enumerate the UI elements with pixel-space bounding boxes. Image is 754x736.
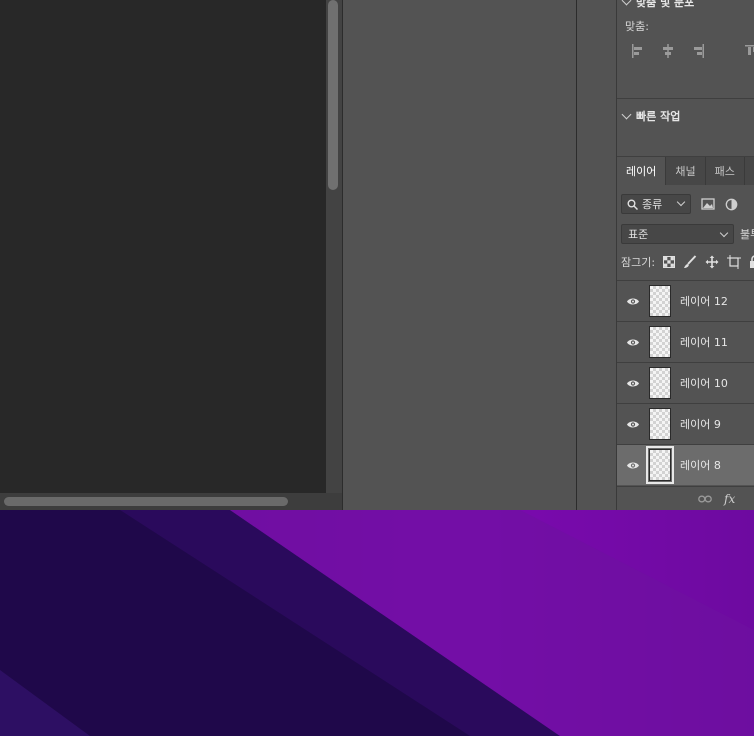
tab-layers[interactable]: 레이어 [617, 157, 667, 185]
chevron-down-icon [676, 197, 686, 207]
filter-kind-label: 종류 [642, 198, 663, 211]
layer-list: 레이어 12 레이어 11 레이어 10 레이어 9 레이어 8 [617, 280, 754, 485]
align-top-icon[interactable] [745, 44, 754, 58]
align-distribute-header[interactable]: 맞춤 및 분포 [621, 0, 695, 10]
quick-actions-header[interactable]: 빠른 작업 [621, 108, 681, 124]
desktop-wallpaper [0, 510, 754, 736]
lock-row: 잠그기: [621, 254, 754, 270]
visibility-eye-icon[interactable] [617, 379, 649, 388]
layer-style-fx-icon[interactable]: fx [724, 492, 735, 506]
lock-label: 잠그기: [621, 256, 656, 269]
layers-tabs: 레이어 채널 패스 [617, 157, 754, 185]
chevron-down-icon [621, 0, 632, 5]
panel-dock-gutter [577, 0, 615, 510]
chevron-down-icon [719, 228, 729, 238]
layer-name: 레이어 11 [680, 336, 728, 349]
opacity-label: 불투 [740, 228, 754, 241]
empty-workspace [344, 0, 576, 510]
visibility-eye-icon[interactable] [617, 338, 649, 347]
align-horizontal-center-icon[interactable] [661, 44, 675, 58]
lock-image-pixels-brush-icon[interactable] [683, 255, 697, 269]
panel-divider [342, 0, 343, 510]
layer-thumbnail [649, 285, 671, 317]
filter-kind-dropdown[interactable]: 종류 [621, 194, 691, 214]
align-left-icon[interactable] [631, 44, 645, 58]
lock-position-move-icon[interactable] [705, 255, 719, 269]
adjustment-filter-icon[interactable] [725, 198, 738, 211]
layer-thumbnail [649, 326, 671, 358]
properties-and-layers-panel: 맞춤 및 분포 맞춤: 빠른 작업 레이어 채널 패스 종류 표준 불 잠그기:… [616, 0, 754, 510]
blend-mode-value: 표준 [628, 228, 649, 241]
lock-artboard-icon[interactable] [727, 255, 742, 269]
align-label: 맞춤: [625, 20, 649, 33]
photoshop-window: 맞춤 및 분포 맞춤: 빠른 작업 레이어 채널 패스 종류 표준 불 잠그기:… [0, 0, 754, 510]
image-filter-icon[interactable] [701, 198, 715, 210]
visibility-eye-icon[interactable] [617, 461, 649, 470]
blend-mode-row: 표준 불투 [621, 224, 754, 244]
lock-transparent-pixels-icon[interactable] [663, 256, 676, 268]
document-canvas[interactable] [0, 0, 326, 493]
layer-row[interactable]: 레이어 10 [617, 362, 754, 403]
layer-thumbnail [649, 408, 671, 440]
quick-actions-title: 빠른 작업 [636, 110, 681, 123]
layer-thumbnail [649, 367, 671, 399]
layer-row[interactable]: 레이어 12 [617, 280, 754, 321]
tab-channels[interactable]: 채널 [666, 157, 706, 185]
align-distribute-title: 맞춤 및 분포 [636, 0, 695, 9]
tab-paths[interactable]: 패스 [706, 157, 745, 185]
lock-all-icon[interactable] [749, 255, 754, 269]
layer-name: 레이어 12 [680, 295, 728, 308]
layer-row[interactable]: 레이어 11 [617, 321, 754, 362]
layer-thumbnail [646, 446, 674, 484]
layer-filter-row: 종류 [621, 194, 738, 214]
vertical-scrollbar-thumb[interactable] [328, 0, 338, 190]
align-icons-row [631, 44, 754, 58]
visibility-eye-icon[interactable] [617, 420, 649, 429]
search-icon [627, 199, 638, 210]
layer-name: 레이어 8 [680, 459, 721, 472]
layer-name: 레이어 10 [680, 377, 728, 390]
layer-name: 레이어 9 [680, 418, 721, 431]
horizontal-scrollbar-thumb[interactable] [4, 497, 288, 506]
layers-bottom-bar: fx [617, 486, 754, 510]
layer-row[interactable]: 레이어 9 [617, 403, 754, 444]
section-divider [617, 98, 754, 99]
chevron-down-icon [621, 109, 632, 119]
blend-mode-dropdown[interactable]: 표준 [621, 224, 734, 244]
layer-row-selected[interactable]: 레이어 8 [617, 444, 754, 485]
link-layers-icon[interactable] [698, 495, 712, 503]
align-right-icon[interactable] [691, 44, 705, 58]
visibility-eye-icon[interactable] [617, 297, 649, 306]
